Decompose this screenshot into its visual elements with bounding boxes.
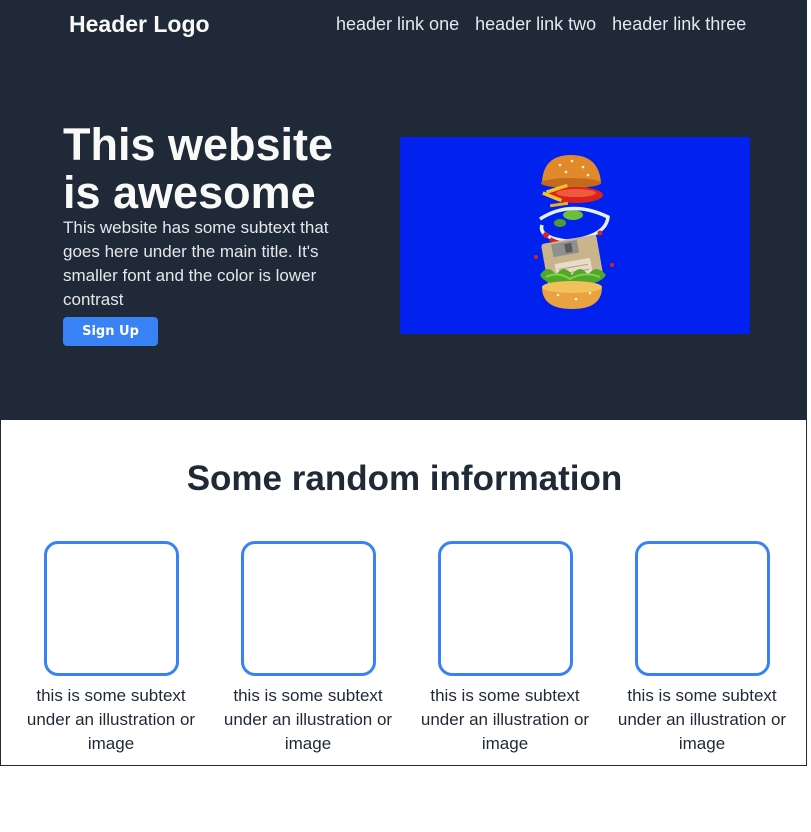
card-image-placeholder [437,541,573,676]
card-subtext: this is some subtext under an illustrati… [26,686,196,753]
header-link-two[interactable]: header link two [475,14,596,35]
header-nav: header link one header link two header l… [336,14,746,35]
card-image-placeholder [634,541,770,676]
hero-image [400,137,750,334]
hero-title: This website is awesome [63,119,334,218]
page: Header Logo header link one header link … [0,0,807,766]
info-card: this is some subtext under an illustrati… [223,541,393,756]
header-logo[interactable]: Header Logo [69,11,210,38]
header-link-one[interactable]: header link one [336,14,459,35]
sign-up-button[interactable]: Sign Up [63,317,158,346]
burger-icon [534,155,614,309]
card-subtext: this is some subtext under an illustrati… [223,686,393,753]
info-card: this is some subtext under an illustrati… [617,541,787,756]
header-link-three[interactable]: header link three [612,14,746,35]
info-card: this is some subtext under an illustrati… [26,541,196,756]
hero-subtext: This website has some subtext that goes … [63,218,329,309]
card-subtext: this is some subtext under an illustrati… [420,686,590,753]
info-section-title: Some random information [186,459,623,498]
card-subtext: this is some subtext under an illustrati… [617,686,787,753]
info-card: this is some subtext under an illustrati… [420,541,590,756]
card-image-placeholder [240,541,376,676]
hero-section: Header Logo header link one header link … [1,1,806,420]
card-image-placeholder [43,541,179,676]
